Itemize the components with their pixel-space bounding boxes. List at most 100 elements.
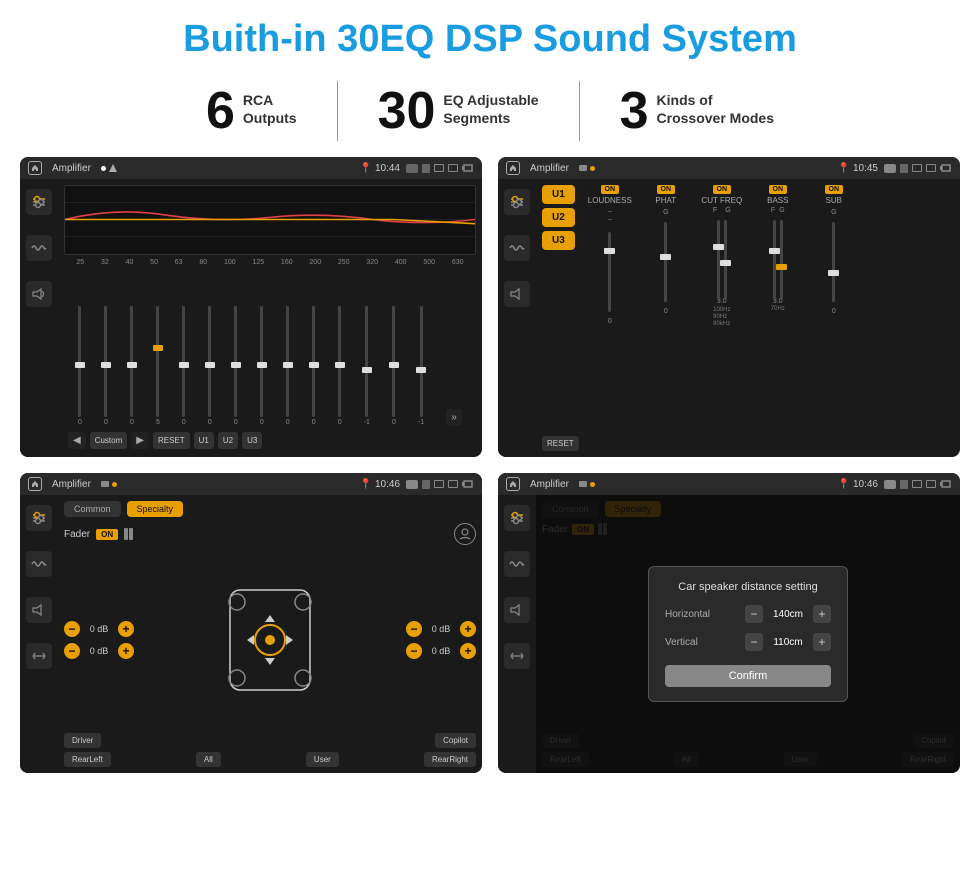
- eq-main-area: 2532 4050 6380 100125 160200 250320 4005…: [20, 179, 482, 457]
- cross-u3-btn[interactable]: U3: [542, 231, 575, 250]
- car-diagram-container: [140, 580, 400, 700]
- eq-volume-btn[interactable]: [26, 281, 52, 307]
- cross-home-icon[interactable]: [506, 161, 520, 175]
- fader-home-icon[interactable]: [28, 477, 42, 491]
- eq-sliders: 0 0 0 5 0: [64, 268, 476, 428]
- vol-driver-left-val: 0 dB: [84, 624, 114, 634]
- eq-u1-btn[interactable]: U1: [194, 432, 214, 449]
- eq-slider-12[interactable]: -1: [364, 306, 370, 426]
- cross-status-bar: Amplifier 📍 10:45: [498, 157, 960, 179]
- eq-slider-2[interactable]: 0: [104, 306, 108, 426]
- dist-wave-btn[interactable]: [504, 551, 530, 577]
- cross-vol-btn[interactable]: [504, 281, 530, 307]
- eq-slider-4[interactable]: 5: [156, 306, 160, 426]
- fader-driver-btn[interactable]: Driver: [64, 733, 101, 748]
- ch-phat-on[interactable]: ON: [657, 185, 676, 194]
- eq-band-labels: 2532 4050 6380 100125 160200 250320 4005…: [64, 259, 476, 268]
- eq-slider-14[interactable]: -1: [418, 306, 424, 426]
- fader-spread-btn[interactable]: [26, 643, 52, 669]
- ch-phat-slider[interactable]: [664, 222, 667, 302]
- fader-text-label: Fader: [64, 529, 90, 540]
- vol-driver-left-minus[interactable]: −: [64, 621, 80, 637]
- eq-filter-btn[interactable]: [26, 189, 52, 215]
- eq-slider-9[interactable]: 0: [286, 306, 290, 426]
- dist-vol-btn[interactable]: [504, 597, 530, 623]
- eq-custom-btn[interactable]: Custom: [90, 432, 128, 449]
- modal-vertical-row: Vertical − 110cm +: [665, 633, 831, 651]
- vol-rearright: − 0 dB +: [406, 643, 476, 659]
- eq-next-btn[interactable]: ▶: [131, 432, 149, 449]
- vol-driver-left-plus[interactable]: +: [118, 621, 134, 637]
- cross-wave-btn[interactable]: [504, 235, 530, 261]
- fader-rearright-btn[interactable]: RearRight: [424, 752, 476, 767]
- eq-home-icon[interactable]: [28, 161, 42, 175]
- dist-spread-btn[interactable]: [504, 643, 530, 669]
- eq-slider-6[interactable]: 0: [208, 306, 212, 426]
- vol-rearright-minus[interactable]: −: [406, 643, 422, 659]
- ch-sub-slider[interactable]: [832, 222, 835, 302]
- vol-rearright-plus[interactable]: +: [460, 643, 476, 659]
- eq-slider-3[interactable]: 0: [130, 306, 134, 426]
- fader-rearleft-btn[interactable]: RearLeft: [64, 752, 111, 767]
- vol-copilot-plus[interactable]: +: [460, 621, 476, 637]
- stat-eq: 30 EQ AdjustableSegments: [338, 85, 579, 137]
- eq-slider-13[interactable]: 0: [392, 306, 396, 426]
- eq-slider-1[interactable]: 0: [78, 306, 82, 426]
- ch-phat-label: PHAT: [655, 196, 676, 205]
- modal-confirm-button[interactable]: Confirm: [665, 665, 831, 687]
- modal-vertical-minus[interactable]: −: [745, 633, 763, 651]
- eq-reset-btn[interactable]: RESET: [153, 432, 190, 449]
- eq-slider-7[interactable]: 0: [234, 306, 238, 426]
- fader-specialty-tab[interactable]: Specialty: [127, 501, 184, 517]
- ch-bass-on[interactable]: ON: [769, 185, 788, 194]
- cross-filter-btn[interactable]: [504, 189, 530, 215]
- fader-vol-btn[interactable]: [26, 597, 52, 623]
- cross-content: U1 U2 U3 ON LOUDNESS ~ ~: [536, 179, 960, 457]
- eq-slider-10[interactable]: 0: [312, 306, 316, 426]
- dist-filter-btn[interactable]: [504, 505, 530, 531]
- screens-grid: Amplifier 📍 10:44: [0, 157, 980, 783]
- ch-sub-label: SUB: [826, 196, 842, 205]
- eq-wave-btn[interactable]: [26, 235, 52, 261]
- ch-cutfreq-slider-g[interactable]: [724, 220, 727, 300]
- fader-wave-btn[interactable]: [26, 551, 52, 577]
- cross-reset-btn[interactable]: RESET: [542, 436, 579, 451]
- fader-user-btn[interactable]: User: [306, 752, 339, 767]
- stat-crossover-number: 3: [620, 85, 649, 137]
- fader-right-vols: − 0 dB + − 0 dB +: [406, 621, 476, 659]
- eq-prev-btn[interactable]: ◀: [68, 432, 86, 449]
- eq-u3-btn[interactable]: U3: [242, 432, 262, 449]
- ch-sub: ON SUB G 0: [809, 185, 859, 327]
- fader-app-title: Amplifier: [52, 479, 91, 490]
- ch-bass-slider-g[interactable]: [780, 220, 783, 300]
- fader-left-vols: − 0 dB + − 0 dB +: [64, 621, 134, 659]
- fader-filter-btn[interactable]: [26, 505, 52, 531]
- eq-expand-btn[interactable]: »: [446, 409, 462, 426]
- eq-slider-8[interactable]: 0: [260, 306, 264, 426]
- fader-all-btn[interactable]: All: [196, 752, 221, 767]
- modal-horizontal-plus[interactable]: +: [813, 605, 831, 623]
- modal-vertical-plus[interactable]: +: [813, 633, 831, 651]
- eq-u2-btn[interactable]: U2: [218, 432, 238, 449]
- eq-time: 📍 10:44: [360, 163, 400, 174]
- fader-profile-icon[interactable]: [454, 523, 476, 545]
- modal-horizontal-minus[interactable]: −: [745, 605, 763, 623]
- ch-loudness-slider[interactable]: [608, 232, 611, 312]
- fader-common-tab[interactable]: Common: [64, 501, 121, 517]
- eq-bottom-bar: ◀ Custom ▶ RESET U1 U2 U3: [64, 428, 476, 451]
- eq-slider-11[interactable]: 0: [338, 306, 342, 426]
- vol-rearleft-minus[interactable]: −: [64, 643, 80, 659]
- cross-u2-btn[interactable]: U2: [542, 208, 575, 227]
- vol-copilot-minus[interactable]: −: [406, 621, 422, 637]
- ch-bass-slider-f[interactable]: [773, 220, 776, 300]
- cross-u1-btn[interactable]: U1: [542, 185, 575, 204]
- dist-home-icon[interactable]: [506, 477, 520, 491]
- ch-sub-on[interactable]: ON: [825, 185, 844, 194]
- fader-copilot-btn[interactable]: Copilot: [435, 733, 476, 748]
- vol-rearleft-plus[interactable]: +: [118, 643, 134, 659]
- ch-loudness-on[interactable]: ON: [601, 185, 620, 194]
- fader-on-badge[interactable]: ON: [96, 529, 118, 540]
- ch-cutfreq-on[interactable]: ON: [713, 185, 732, 194]
- stats-row: 6 RCAOutputs 30 EQ AdjustableSegments 3 …: [0, 71, 980, 157]
- eq-slider-5[interactable]: 0: [182, 306, 186, 426]
